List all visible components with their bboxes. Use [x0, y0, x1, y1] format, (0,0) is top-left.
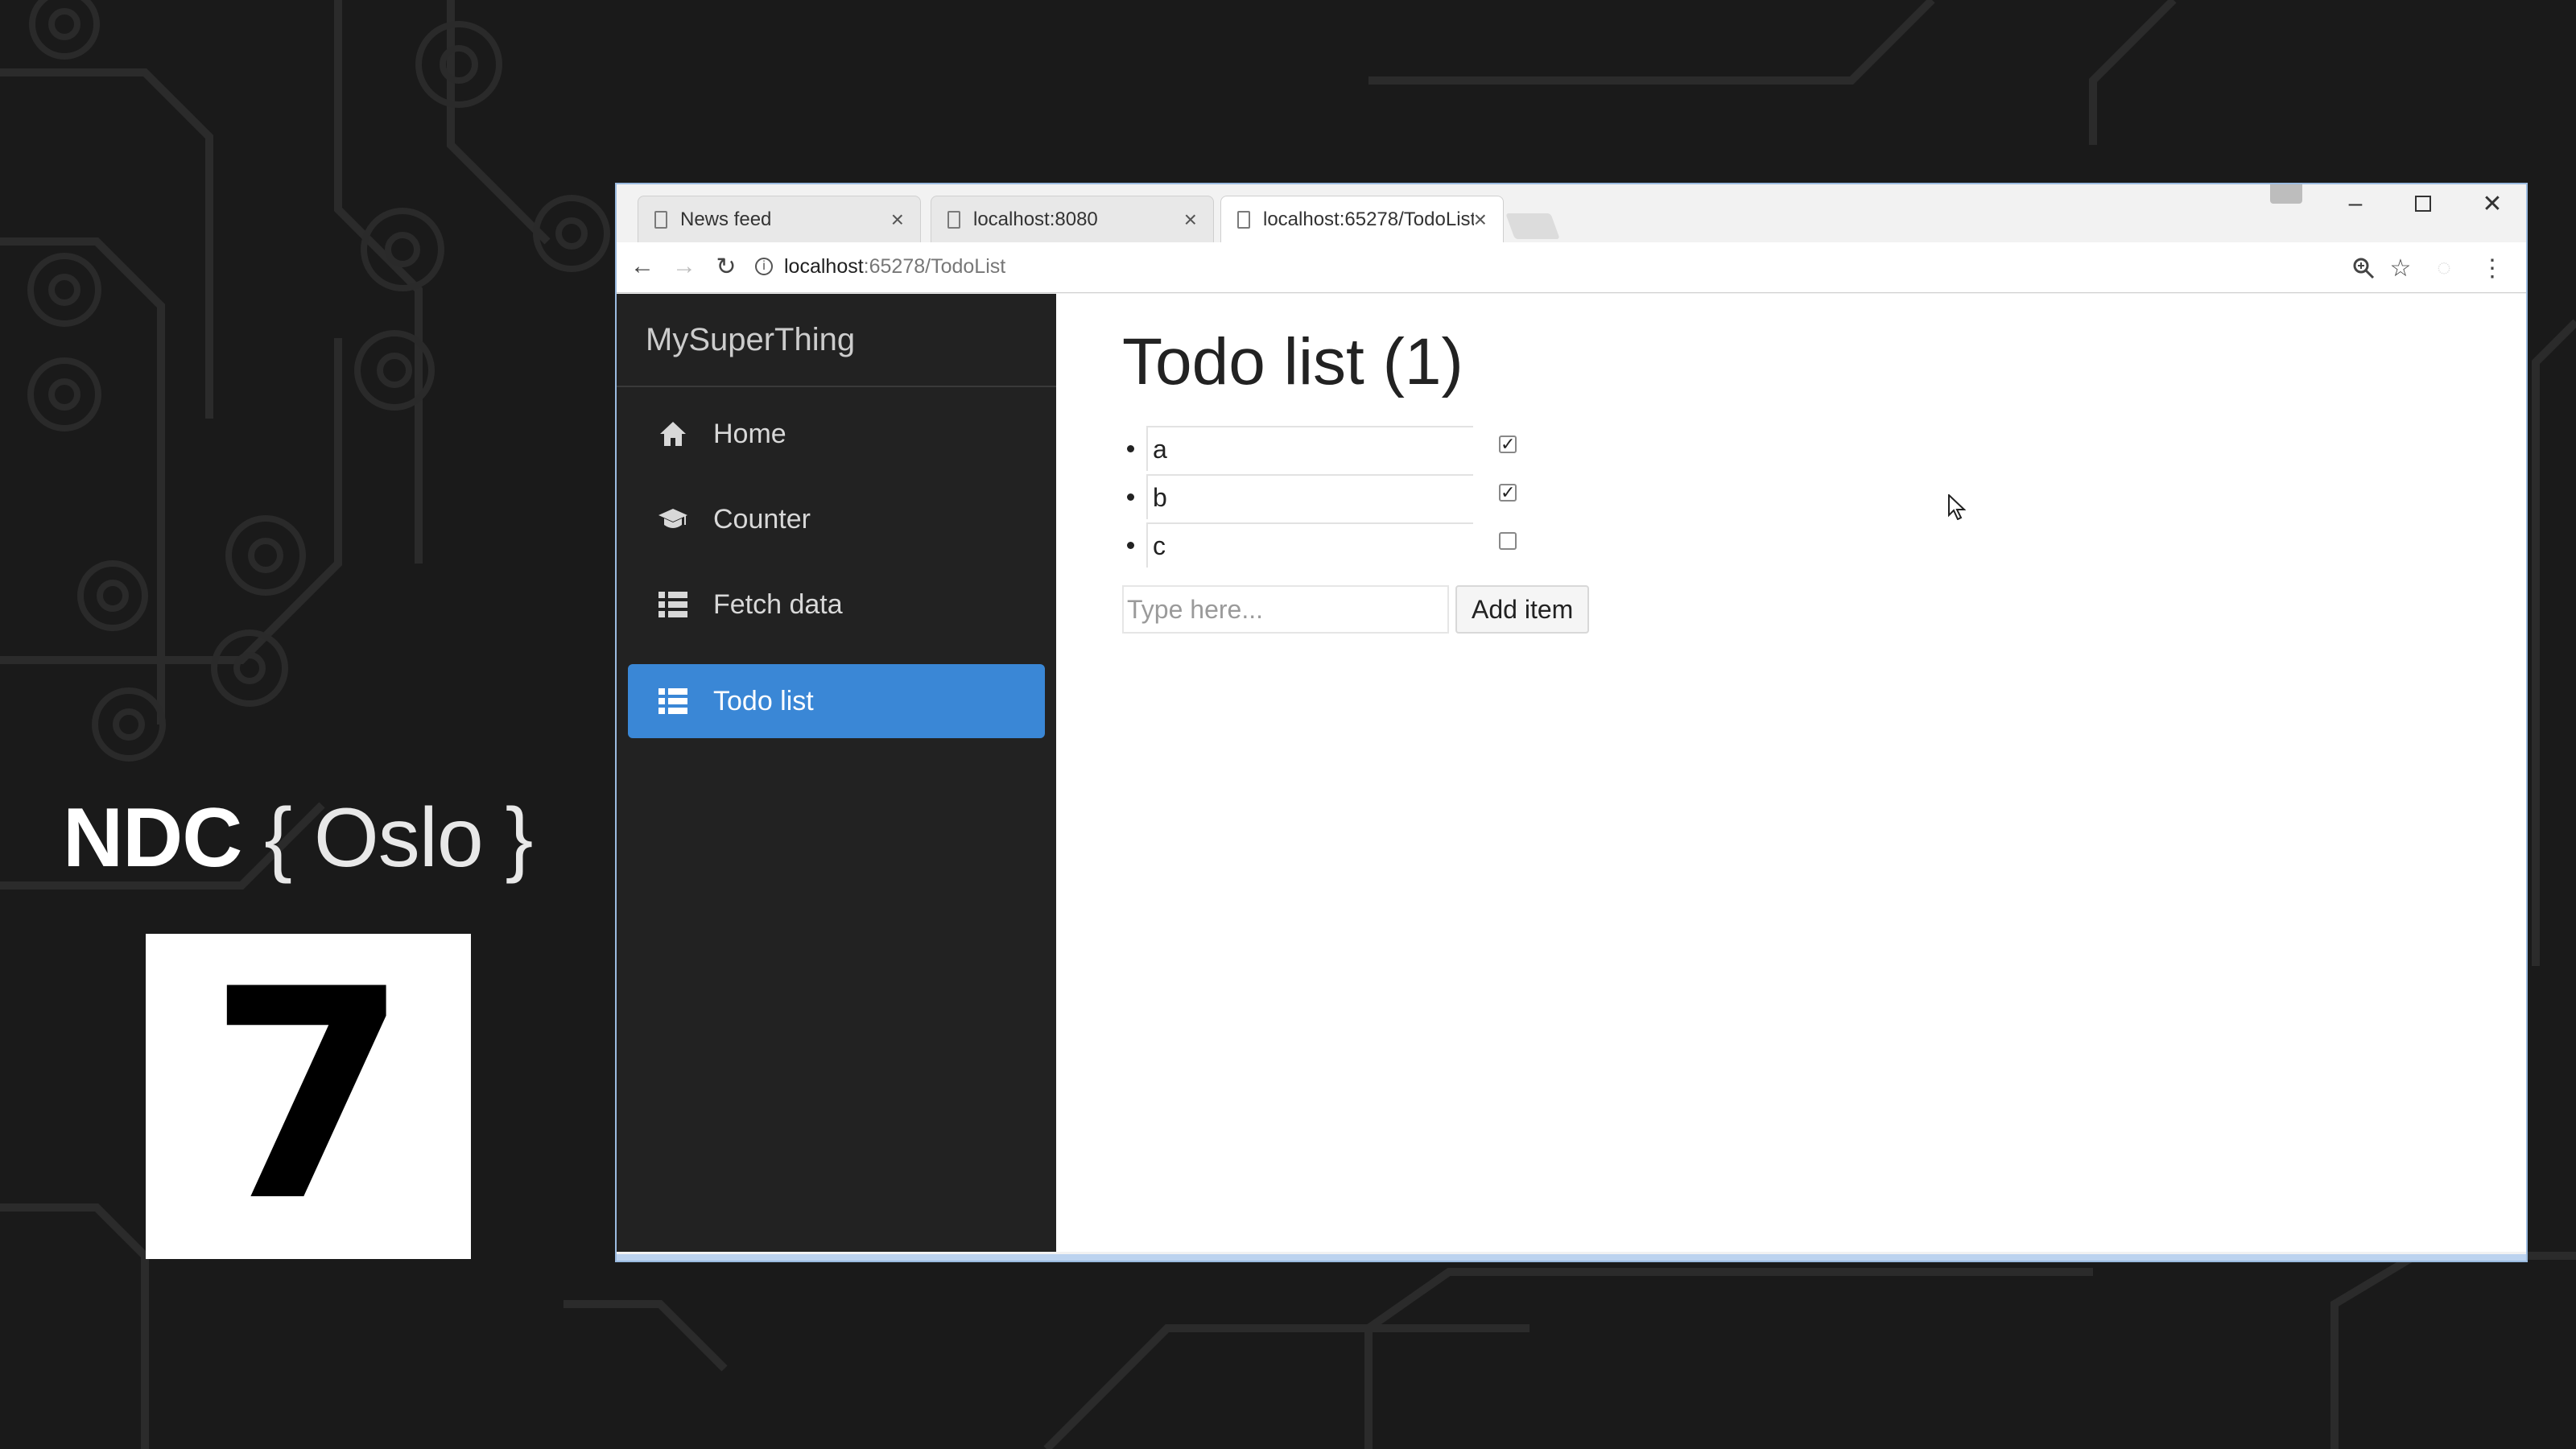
tab-news-feed[interactable]: News feed × [638, 196, 921, 242]
tab-label: News feed [680, 208, 772, 230]
browser-toolbar: ← → ↻ i localhost:65278/TodoList ☆ ◌ ⋮ [617, 242, 2526, 293]
mouse-cursor-icon [1948, 493, 1967, 526]
tab-strip: News feed × localhost:8080 × localhost:6… [617, 184, 2526, 242]
url-host: localhost [784, 254, 864, 278]
page-icon [947, 210, 960, 229]
sidebar-item-label: Counter [713, 503, 811, 535]
profile-icon[interactable] [2270, 184, 2302, 204]
zoom-icon[interactable] [2347, 252, 2380, 284]
window-bottom-border [617, 1254, 2526, 1261]
app-brand[interactable]: MySuperThing [617, 294, 1056, 387]
tab-label: localhost:8080 [973, 208, 1098, 230]
address-bar[interactable]: i localhost:65278/TodoList [755, 249, 2285, 284]
new-item-input[interactable] [1122, 585, 1449, 634]
sidebar-item-todo-list[interactable]: Todo list [628, 664, 1045, 738]
ndc-city: { Oslo } [264, 791, 533, 885]
sidebar-item-home[interactable]: Home [628, 397, 1045, 471]
list-icon [657, 588, 689, 621]
sidebar-item-fetch-data[interactable]: Fetch data [628, 568, 1045, 642]
ndc-oslo-logo: NDC { Oslo } [63, 791, 533, 886]
bullet [1127, 493, 1134, 501]
new-tab-button[interactable] [1505, 213, 1560, 239]
session-number-badge: 7 [146, 934, 471, 1259]
bullet [1127, 445, 1134, 452]
close-icon[interactable]: × [1474, 207, 1487, 233]
menu-icon[interactable]: ⋮ [2476, 252, 2508, 284]
todo-text-input[interactable] [1146, 426, 1473, 471]
forward-icon[interactable]: → [668, 250, 700, 283]
browser-window: News feed × localhost:8080 × localhost:6… [617, 184, 2526, 1261]
list-icon [657, 685, 689, 717]
session-number: 7 [207, 927, 410, 1265]
tab-label: localhost:65278/TodoList [1263, 208, 1474, 230]
tab-localhost-8080[interactable]: localhost:8080 × [931, 196, 1214, 242]
add-item-form: Add item [1122, 585, 1590, 634]
page-icon [654, 210, 667, 229]
close-icon[interactable]: × [891, 207, 904, 233]
minimize-icon[interactable]: – [2336, 189, 2375, 218]
graduation-cap-icon [657, 503, 689, 535]
sidebar-item-label: Home [713, 418, 786, 449]
url-path: :65278/TodoList [863, 254, 1006, 278]
todo-checkbox[interactable] [1499, 532, 1517, 550]
tab-todolist[interactable]: localhost:65278/TodoList × [1220, 196, 1504, 242]
sidebar: MySuperThing Home Counter Fetch data Tod… [617, 294, 1056, 1252]
page-title: Todo list (1) [1122, 325, 1463, 398]
todo-text-input[interactable] [1146, 474, 1473, 519]
todo-text-input[interactable] [1146, 522, 1473, 568]
sidebar-item-label: Fetch data [713, 588, 843, 620]
close-window-icon[interactable]: ✕ [2473, 189, 2512, 218]
back-icon[interactable]: ← [626, 250, 658, 283]
ndc-brand: NDC [63, 791, 242, 885]
reload-icon[interactable]: ↻ [710, 250, 742, 283]
home-icon [657, 418, 689, 450]
sidebar-item-label: Todo list [713, 685, 814, 716]
close-icon[interactable]: × [1184, 207, 1197, 233]
add-item-button[interactable]: Add item [1455, 585, 1590, 634]
info-icon[interactable]: i [755, 258, 773, 275]
maximize-icon[interactable] [2404, 189, 2442, 218]
todo-checkbox[interactable]: ✓ [1499, 484, 1517, 502]
main-content: Todo list (1) ✓ ✓ [1056, 294, 2526, 1252]
extension-icon[interactable]: ◌ [2428, 252, 2460, 284]
star-icon[interactable]: ☆ [2384, 252, 2417, 284]
bullet [1127, 542, 1134, 549]
todo-checkbox[interactable]: ✓ [1499, 436, 1517, 453]
page-icon [1237, 210, 1250, 229]
page-viewport: MySuperThing Home Counter Fetch data Tod… [617, 294, 2526, 1252]
sidebar-item-counter[interactable]: Counter [628, 482, 1045, 556]
